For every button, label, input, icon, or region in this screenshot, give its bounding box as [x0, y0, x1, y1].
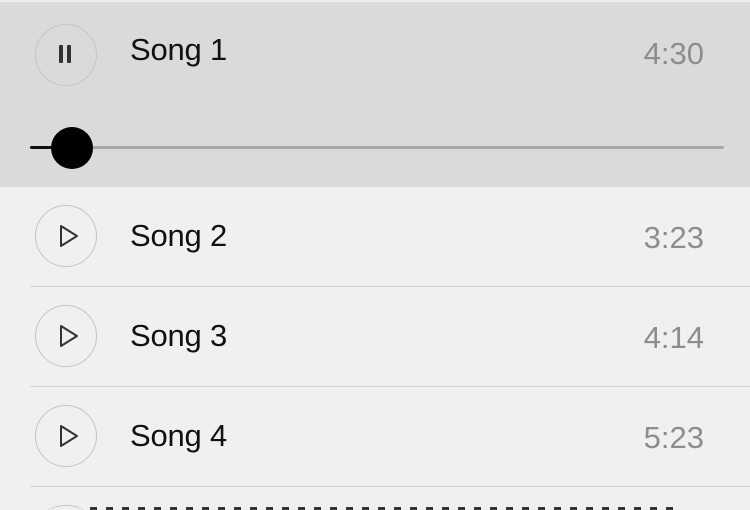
- song-title: Song 2: [130, 218, 228, 253]
- song-title: Song 4: [130, 418, 228, 453]
- song-list-item[interactable]: Song 3 4:14: [0, 287, 750, 387]
- pause-icon: [59, 45, 75, 65]
- music-player: Song 1 4:30 Song 2 3:23 Song 3 4:14 Song…: [0, 0, 750, 510]
- play-button-song-4[interactable]: [35, 405, 97, 467]
- pause-right-bar: [67, 45, 71, 63]
- song-duration: 5:23: [643, 420, 704, 455]
- play-icon: [59, 424, 79, 448]
- song-duration: 4:14: [643, 320, 704, 355]
- play-icon: [59, 324, 79, 348]
- progress-thumb[interactable]: [50, 127, 93, 169]
- pause-left-bar: [59, 45, 63, 63]
- play-button-song-2[interactable]: [35, 205, 97, 267]
- song-duration: 3:23: [643, 220, 704, 255]
- now-playing-track[interactable]: Song 1 4:30: [0, 2, 750, 112]
- pause-button[interactable]: [35, 24, 97, 86]
- now-playing-duration: 4:30: [643, 36, 704, 71]
- partially-visible-play-button[interactable]: [45, 505, 87, 510]
- play-button-song-3[interactable]: [35, 305, 97, 367]
- song-list-item[interactable]: Song 4 5:23: [0, 387, 750, 487]
- progress-track: [30, 146, 724, 149]
- partially-visible-song-row[interactable]: [0, 487, 750, 510]
- song-list: Song 2 3:23 Song 3 4:14 Song 4 5:23: [0, 187, 750, 510]
- playback-progress-slider[interactable]: [30, 124, 725, 170]
- now-playing-panel: Song 1 4:30: [0, 0, 750, 187]
- song-list-item[interactable]: Song 2 3:23: [0, 187, 750, 287]
- play-icon: [59, 224, 79, 248]
- song-title: Song 3: [130, 318, 228, 353]
- now-playing-title: Song 1: [130, 32, 228, 67]
